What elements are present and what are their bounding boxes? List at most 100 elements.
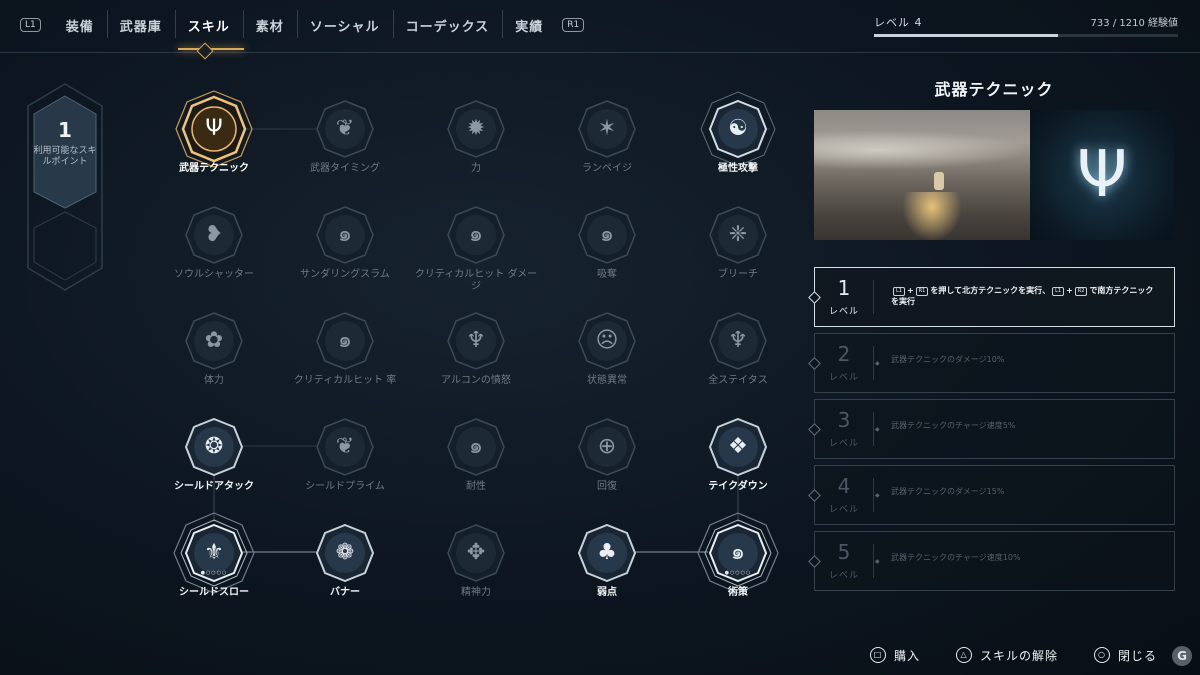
level-word: レベル <box>828 505 859 515</box>
experience-bar <box>874 34 1178 37</box>
level-description: 武器テクニックのダメージ15% <box>891 487 1005 496</box>
skill-breach[interactable]: ❈ ブリーチ <box>673 206 803 306</box>
skill-label: 武器タイミング <box>310 163 380 174</box>
r2-button-icon: R2 <box>1074 287 1088 296</box>
skill-label: テイクダウン <box>708 481 768 492</box>
player-level: レベル 4 <box>874 16 923 29</box>
status-mask-icon: ☹ <box>578 312 636 370</box>
level-description: 武器テクニックのチャージ速度10% <box>891 553 1021 562</box>
wing-slash-icon: ❦ <box>316 100 374 158</box>
skill-all-stats[interactable]: ♆ 全ステイタス <box>673 312 803 412</box>
bullet-icon: ◆ <box>875 492 880 499</box>
level-number: 2 <box>837 342 851 366</box>
skill-banner[interactable]: ❁ バナー <box>280 524 410 624</box>
skill-label: 精神力 <box>461 587 491 598</box>
skill-weapon-timing[interactable]: ❦ 武器タイミング <box>280 100 410 200</box>
buy-prompt[interactable]: □ 購入 <box>870 647 920 664</box>
beast-head-icon: ✹ <box>447 100 505 158</box>
skill-label: 術策 <box>728 587 748 598</box>
bullet-icon: ◆ <box>875 558 880 565</box>
skill-level-3[interactable]: 3 レベル ◆ 武器テクニックのチャージ速度5% <box>808 399 1175 459</box>
level-number: 5 <box>837 540 851 564</box>
skill-takedown[interactable]: ❖ テイクダウン <box>673 418 803 518</box>
level-description: 武器テクニックのチャージ速度5% <box>891 421 1016 430</box>
skill-stratagem[interactable]: ๑ ●○○○○ 術策 <box>673 512 803 624</box>
skill-recovery[interactable]: ⊕ 回復 <box>542 418 672 518</box>
level-number: 1 <box>837 276 851 300</box>
stratagem-flame-icon: ๑ ●○○○○ <box>697 512 779 594</box>
skill-label: ソウルシャッター <box>174 269 254 280</box>
skill-label: 弱点 <box>597 587 617 598</box>
skill-weak-point[interactable]: ♣ 弱点 <box>542 524 672 624</box>
skill-level-2[interactable]: 2 レベル ◆ 武器テクニックのダメージ10% <box>808 333 1175 393</box>
skill-label: シールドアタック <box>174 481 254 492</box>
skill-weapon-technique[interactable]: Ψ 武器テクニック <box>149 90 279 200</box>
skill-willpower[interactable]: ✥ 精神力 <box>411 524 541 624</box>
heal-icon: ⊕ <box>578 418 636 476</box>
yin-yang-icon: ☯ <box>700 91 776 167</box>
skill-label: 極性攻撃 <box>718 163 758 174</box>
triangle-button-icon: △ <box>956 647 973 663</box>
close-label: 閉じる <box>1118 648 1158 663</box>
trident-crest-icon: ♆ <box>709 312 767 370</box>
skill-status-effect[interactable]: ☹ 状態異常 <box>542 312 672 412</box>
skill-label: 体力 <box>204 375 224 386</box>
level-word: レベル <box>828 373 859 383</box>
skill-shield-prime[interactable]: ❦ シールドプライム <box>280 418 410 518</box>
skill-label: サンダリングスラム <box>300 269 390 280</box>
skill-polarity-attack[interactable]: ☯ 極性攻撃 <box>673 91 803 200</box>
skill-label: クリティカルヒット 率 <box>293 375 397 386</box>
skill-label: 力 <box>471 163 481 174</box>
l1-button-icon: L1 <box>893 287 905 296</box>
weak-point-icon: ♣ <box>578 524 636 582</box>
skill-shield-attack[interactable]: ❂ シールドアタック <box>149 418 279 518</box>
skill-preview-video[interactable] <box>814 110 1030 240</box>
skill-archon-fury[interactable]: ♆ アルコンの憤怒 <box>411 312 541 412</box>
spirit-icon: ✥ <box>447 524 505 582</box>
shield-attack-icon: ❂ <box>185 418 243 476</box>
shield-throw-icon: ⚜ ●○○○○ <box>173 512 255 594</box>
skill-shield-throw[interactable]: ⚜ ●○○○○ シールドスロー <box>149 512 279 624</box>
skill-label: シールドスロー <box>179 587 249 598</box>
trident-emblem-icon: Ψ <box>1076 138 1128 212</box>
skill-label: ランペイジ <box>582 163 632 174</box>
skill-label: 吸奪 <box>597 269 617 280</box>
skill-label: シールドプライム <box>305 481 385 492</box>
experience-bar-fill <box>874 34 1059 37</box>
skill-level-4[interactable]: 4 レベル ◆ 武器テクニックのダメージ15% <box>808 465 1175 525</box>
swirl-flame-icon: ๑ <box>316 206 374 264</box>
circle-button-icon: ○ <box>1094 647 1111 663</box>
lotus-icon: ✿ <box>185 312 243 370</box>
level-description: 武器テクニックのダメージ10% <box>891 355 1005 364</box>
skill-label: 回復 <box>597 481 617 492</box>
skill-label: クリティカルヒット ダメージ <box>414 269 538 292</box>
skill-level-5[interactable]: 5 レベル ◆ 武器テクニックのチャージ速度10% <box>808 531 1175 591</box>
skill-soul-shatter[interactable]: ❥ ソウルシャッター <box>149 206 279 306</box>
takedown-mask-icon: ❖ <box>709 418 767 476</box>
skill-thundering-slam[interactable]: ๑ サンダリングスラム <box>280 206 410 306</box>
skill-label: バナー <box>330 587 360 598</box>
skill-critical-rate[interactable]: ๑ クリティカルヒット 率 <box>280 312 410 412</box>
skill-emblem: Ψ <box>1030 110 1174 240</box>
skill-label: 耐性 <box>466 481 486 492</box>
level-word: レベル <box>828 571 859 581</box>
skill-label: 武器テクニック <box>179 163 249 174</box>
skill-rampage[interactable]: ✶ ランペイジ <box>542 100 672 200</box>
skill-vitality[interactable]: ✿ 体力 <box>149 312 279 412</box>
unlock-skill-prompt[interactable]: △ スキルの解除 <box>956 647 1058 664</box>
buy-label: 購入 <box>894 648 921 663</box>
skill-label: アルコンの憤怒 <box>441 375 511 386</box>
resistance-icon: ๑ <box>447 418 505 476</box>
skill-label: 全ステイタス <box>708 375 768 386</box>
skill-resistance[interactable]: ๑ 耐性 <box>411 418 541 518</box>
skill-level-1[interactable]: 1 レベル L1 + R1 を押して北方テクニックを実行、 L1 + R2 で南方テクニックを… <box>808 267 1175 327</box>
skill-leech[interactable]: ๑ 吸奪 <box>542 206 672 306</box>
claw-icon: ✶ <box>578 100 636 158</box>
skill-critical-damage[interactable]: ๑ クリティカルヒット ダメージ <box>411 206 541 306</box>
shield-prime-icon: ❦ <box>316 418 374 476</box>
skill-strength[interactable]: ✹ 力 <box>411 100 541 200</box>
r1-button-icon: R1 <box>915 287 929 296</box>
skill-label: 状態異常 <box>587 375 627 386</box>
level-word: レベル <box>828 439 859 449</box>
close-prompt[interactable]: ○ 閉じる <box>1094 647 1157 664</box>
